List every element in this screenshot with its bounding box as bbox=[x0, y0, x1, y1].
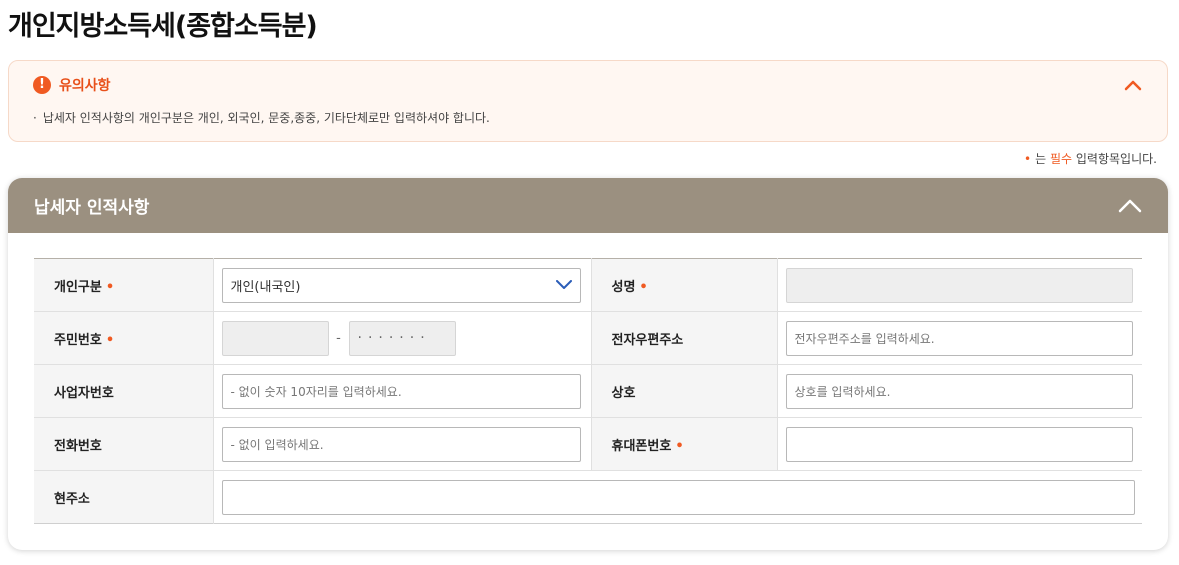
email-field[interactable]: 전자우편주소를 입력하세요. bbox=[785, 320, 1133, 356]
taxpayer-form: 개인구분 • 개인(내국인) 성명 • 주민번호 • - ······· 전자우… bbox=[34, 258, 1142, 524]
address-field[interactable] bbox=[221, 479, 1135, 515]
resident-number-front bbox=[221, 320, 329, 356]
resident-number-separator: - bbox=[336, 330, 341, 346]
panel-header: 납세자 인적사항 bbox=[8, 178, 1168, 233]
chevron-up-icon[interactable] bbox=[1123, 75, 1143, 95]
form-row: 현주소 bbox=[34, 470, 1142, 524]
mobile-field[interactable] bbox=[785, 426, 1133, 462]
required-note-suffix: 입력항목입니다. bbox=[1072, 152, 1157, 166]
phone-field[interactable]: - 없이 입력하세요. bbox=[221, 426, 581, 462]
chevron-down-icon bbox=[555, 280, 572, 289]
panel-title: 납세자 인적사항 bbox=[34, 198, 150, 218]
alert-circle-icon: ! bbox=[33, 76, 51, 94]
name-label: 성명 • bbox=[591, 258, 778, 312]
form-row: 주민번호 • - ······· 전자우편주소 전자우편주소를 입력하세요. bbox=[34, 311, 1142, 365]
notice-title: 유의사항 bbox=[59, 78, 111, 94]
company-field[interactable]: 상호를 입력하세요. bbox=[785, 373, 1133, 409]
person-type-value: 개인(내국인) bbox=[230, 279, 301, 295]
required-note-emphasis: 필수 bbox=[1049, 152, 1073, 166]
form-row: 전화번호 - 없이 입력하세요. 휴대폰번호 • bbox=[34, 417, 1142, 471]
business-number-field[interactable]: - 없이 숫자 10자리를 입력하세요. bbox=[221, 373, 581, 409]
required-note-prefix: 는 bbox=[1035, 152, 1050, 166]
taxpayer-panel: 납세자 인적사항 개인구분 • 개인(내국인) 성명 • 주민번호 • - ··… bbox=[8, 178, 1168, 550]
page-title: 개인지방소득세(종합소득분) bbox=[8, 11, 318, 42]
required-mark: • bbox=[105, 279, 115, 295]
notice-bullet: · bbox=[33, 111, 37, 125]
company-label: 상호 bbox=[591, 364, 778, 418]
email-label: 전자우편주소 bbox=[591, 311, 778, 365]
required-mark: • bbox=[105, 332, 115, 348]
name-field bbox=[785, 267, 1133, 303]
form-row: 개인구분 • 개인(내국인) 성명 • bbox=[34, 258, 1142, 312]
resident-number-back: ······· bbox=[348, 320, 456, 356]
notice-body-text: 납세자 인적사항의 개인구분은 개인, 외국인, 문중,종중, 기타단체로만 입… bbox=[42, 111, 490, 125]
phone-label: 전화번호 bbox=[34, 417, 214, 471]
notice-header: ! 유의사항 bbox=[33, 75, 111, 95]
required-dot: • bbox=[1024, 152, 1032, 166]
notice-box: ! 유의사항 · 납세자 인적사항의 개인구분은 개인, 외국인, 문중,종중, … bbox=[8, 60, 1168, 142]
person-type-label: 개인구분 • bbox=[34, 258, 214, 312]
mobile-label: 휴대폰번호 • bbox=[591, 417, 778, 471]
required-mark: • bbox=[639, 279, 648, 295]
business-number-label: 사업자번호 bbox=[34, 364, 214, 418]
resident-number-label: 주민번호 • bbox=[34, 311, 214, 365]
person-type-select[interactable]: 개인(내국인) bbox=[221, 267, 581, 303]
required-mark: • bbox=[675, 438, 684, 454]
chevron-up-icon[interactable] bbox=[1116, 192, 1144, 220]
required-note: • 는 필수 입력항목입니다. bbox=[1024, 150, 1157, 167]
form-row: 사업자번호 - 없이 숫자 10자리를 입력하세요. 상호 상호를 입력하세요. bbox=[34, 364, 1142, 418]
resident-number-group: - ······· bbox=[221, 320, 591, 356]
notice-text: · 납세자 인적사항의 개인구분은 개인, 외국인, 문중,종중, 기타단체로만 … bbox=[33, 109, 490, 126]
address-label: 현주소 bbox=[34, 470, 214, 524]
